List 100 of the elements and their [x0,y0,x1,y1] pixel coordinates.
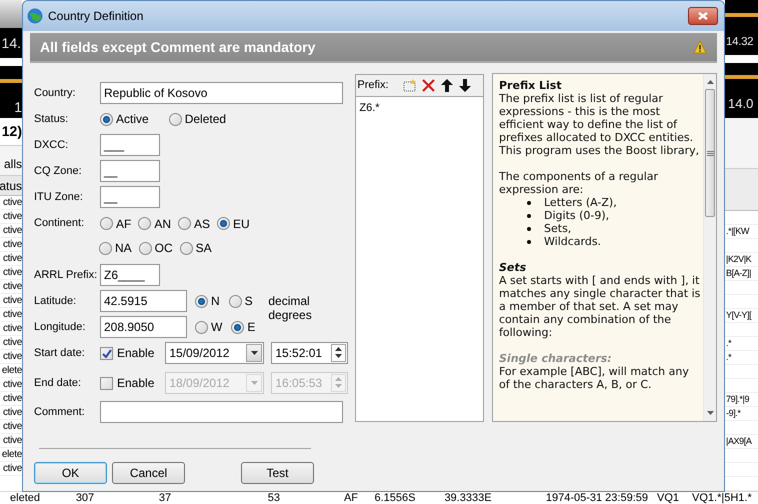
bullet-icon [527,240,531,244]
radio-label[interactable]: AS [194,214,210,232]
radio-label[interactable]: Active [116,110,149,128]
radio-label[interactable]: W [211,318,222,336]
table-cell-text: 6.1556S [374,492,416,504]
table-cell-text: AF [342,492,359,504]
list-item: Digits (0-9), [544,209,610,222]
table-cell: ctive [2,238,22,251]
radio-button[interactable] [100,112,113,126]
field-label: Country: [34,86,77,101]
input-field[interactable]: __ [100,160,160,182]
field-label: Status: [34,112,70,127]
date-picker[interactable]: 15/09/2012 [165,342,264,364]
panel-heading: 12) [2,122,22,141]
caret-icon[interactable] [250,351,258,355]
help-paragraph: A set starts with [ and ends with ], it matches any single character that is a member of that set. A set may contain any combination of the following: [499,274,701,339]
radio-button[interactable] [195,320,208,334]
field-label: Start date: [34,346,86,361]
radio-button[interactable] [195,294,208,308]
table-cell: ctive [2,210,22,223]
scroll-thumb[interactable] [705,89,715,217]
field-label: End date: [34,376,82,391]
radio-button[interactable] [100,217,113,230]
radio-label[interactable]: S [244,292,253,310]
input-field[interactable]: __ [100,186,160,208]
delete-icon[interactable] [422,79,435,92]
radio-button[interactable] [228,294,242,308]
list-item[interactable]: Z6.* [359,100,483,116]
field-label: Comment: [34,404,86,420]
help-title: Prefix List [499,79,563,92]
toolbar [0,0,22,28]
radio-button[interactable] [217,217,230,230]
list-item: Letters (A-Z), [544,196,617,209]
spin-button[interactable] [331,344,346,362]
new-item-icon[interactable] [402,79,416,92]
table-cell: .*|[KW [726,225,749,238]
time-field[interactable]: 15:52:01 [271,342,348,364]
table-cell: ctive [2,336,22,349]
input-field[interactable]: 208.9050 [100,316,187,338]
list-item: Sets, [544,222,572,235]
panel-label: Prefix: [357,78,389,94]
field-label: DXCC: [34,138,70,153]
table-cell: ctive [2,322,22,335]
input-field[interactable] [100,401,343,423]
table-cell: Y[V-Y][ [726,309,752,322]
banner-text: All fields except Comment are mandatory [40,38,316,57]
input-field[interactable]: Z6____ [100,264,160,286]
units-note: decimal degrees [268,294,313,322]
input-field[interactable]: ___ [100,134,160,156]
table-cell: ctive [2,308,22,321]
radio-button[interactable] [178,217,192,230]
field-label: ARRL Prefix: [34,268,98,283]
table-cell: ctive [2,406,22,419]
table-cell-text: 307 [74,492,96,504]
radio-label[interactable]: NA [115,239,132,257]
down-arrow-icon[interactable] [335,354,342,358]
radio-button[interactable] [168,112,182,126]
bullet-icon [527,200,531,204]
meter-reading: 1 [14,98,22,116]
radio-label[interactable]: AN [154,214,172,232]
close-button[interactable] [688,7,718,25]
bullet-icon [527,214,531,218]
table-cell: ctive [2,378,22,391]
help-subheading: Single characters: [499,352,613,365]
close-icon[interactable] [698,12,708,20]
up-arrow-icon[interactable] [440,79,453,92]
field-label: Latitude: [34,294,78,309]
table-cell: |AX9[A [726,435,752,448]
checkbox[interactable] [100,346,113,360]
table-cell: ctive [2,434,22,447]
radio-button[interactable] [180,242,193,254]
dialog-button[interactable]: Cancel [112,462,185,484]
table-cell-text: 1974-05-31 23:59:59 [544,492,648,504]
radio-label[interactable]: OC [154,239,173,257]
radio-label[interactable]: N [211,292,220,310]
radio-button[interactable] [138,217,152,230]
radio-button[interactable] [138,242,152,254]
checkbox-label[interactable]: Enable [117,344,154,362]
table-cell: ctive [2,252,22,265]
input-field[interactable]: Republic of Kosovo [100,82,343,104]
scrollbar[interactable] [703,74,716,421]
radio-label[interactable]: SA [196,239,212,257]
dialog-button[interactable]: OK [34,462,107,484]
input-field[interactable]: 42.5915 [100,290,187,312]
down-arrow-icon[interactable] [458,79,471,92]
dropdown-button[interactable] [246,344,262,362]
help-paragraph: The components of a regular expression are: [499,170,660,196]
grip-icon [706,150,714,156]
table-cell: ctive [2,196,22,209]
radio-button[interactable] [231,320,244,334]
up-arrow-icon[interactable] [335,347,342,351]
radio-button[interactable] [99,242,112,254]
table-cell: .* [726,351,732,364]
help-paragraph: For example [ABC], will match any of the characters A, B, or C. [499,365,690,391]
radio-label[interactable]: E [247,318,256,336]
radio-label[interactable]: AF [116,214,132,232]
radio-label[interactable]: EU [233,214,250,232]
field-label: CQ Zone: [34,164,83,179]
radio-label[interactable]: Deleted [184,110,226,128]
dialog-button[interactable]: Test [241,462,314,484]
